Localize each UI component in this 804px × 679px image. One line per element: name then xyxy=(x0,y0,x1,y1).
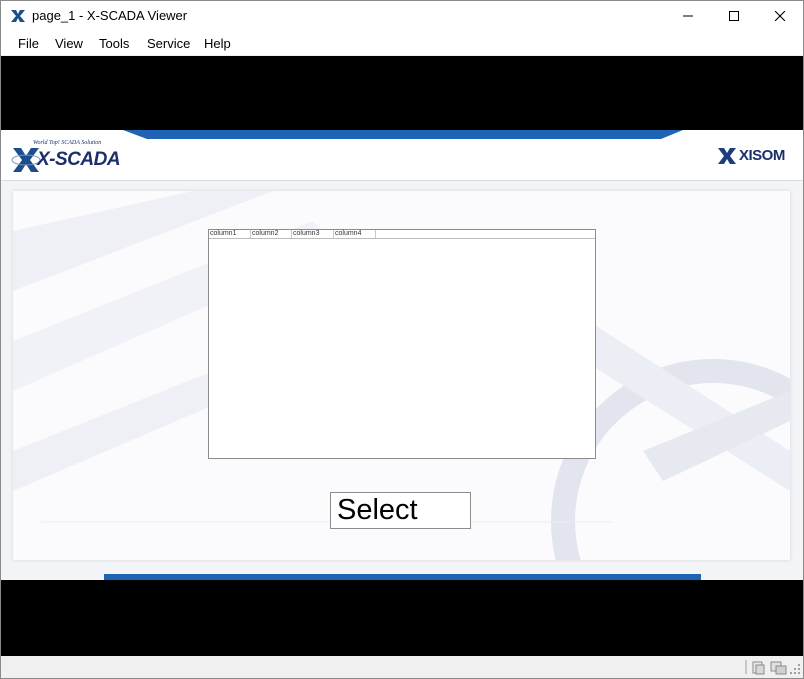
menu-bar: File View Tools Service Help xyxy=(1,31,803,56)
title-bar[interactable]: page_1 - X-SCADA Viewer xyxy=(1,1,803,31)
grid-header-row: column1 column2 column3 column4 xyxy=(209,230,595,239)
bottom-black-band xyxy=(1,580,803,656)
data-grid[interactable]: column1 column2 column3 column4 xyxy=(208,229,596,459)
minimize-button[interactable] xyxy=(665,1,711,31)
viewer-window: page_1 - X-SCADA Viewer File View Tools … xyxy=(0,0,804,679)
scada-header: World Top! SCADA Solution X-SCADA XISOM xyxy=(1,130,803,181)
grid-column-header[interactable]: column1 xyxy=(209,230,251,238)
grid-column-header[interactable]: column4 xyxy=(334,230,376,238)
resize-grip-icon[interactable] xyxy=(790,664,800,674)
top-black-band xyxy=(1,56,803,130)
menu-tools[interactable]: Tools xyxy=(99,36,129,51)
status-bar xyxy=(1,656,803,678)
grid-column-header[interactable]: column2 xyxy=(251,230,292,238)
maximize-button[interactable] xyxy=(711,1,757,31)
menu-help[interactable]: Help xyxy=(204,36,231,51)
xisom-logo-mark xyxy=(718,148,736,164)
network-icon xyxy=(770,661,787,675)
header-stripe xyxy=(123,130,683,139)
close-button[interactable] xyxy=(757,1,803,31)
maximize-icon xyxy=(729,11,739,21)
x-scada-app-icon xyxy=(11,10,25,22)
content-panel: column1 column2 column3 column4 Select xyxy=(13,191,790,560)
select-button[interactable]: Select xyxy=(330,492,471,529)
menu-file[interactable]: File xyxy=(18,36,39,51)
grid-column-header[interactable]: column3 xyxy=(292,230,334,238)
logo-text: X-SCADA xyxy=(37,149,121,170)
scada-page: World Top! SCADA Solution X-SCADA XISOM xyxy=(1,130,803,580)
status-icons xyxy=(745,660,800,675)
document-icon xyxy=(752,661,765,675)
window-title: page_1 - X-SCADA Viewer xyxy=(32,8,188,23)
close-icon xyxy=(775,11,785,21)
logo-tagline: World Top! SCADA Solution xyxy=(33,140,102,146)
minimize-icon xyxy=(683,15,693,17)
menu-view[interactable]: View xyxy=(55,36,83,51)
brand-logo-text: XISOM xyxy=(739,147,785,164)
menu-service[interactable]: Service xyxy=(147,36,190,51)
